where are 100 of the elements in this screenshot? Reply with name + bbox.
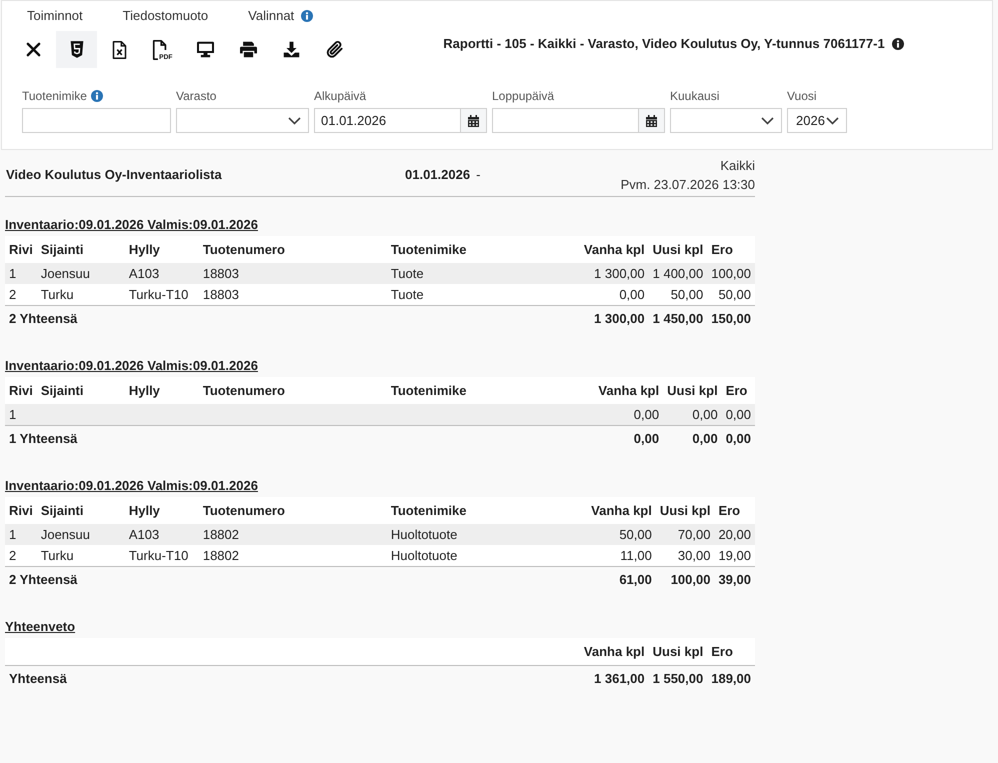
column-header: Rivi bbox=[5, 236, 37, 263]
column-header: Vanha kpl bbox=[587, 497, 656, 524]
column-header: Vanha kpl bbox=[580, 236, 649, 263]
column-header: Tuotenimike bbox=[386, 236, 580, 263]
table-cell: 20,00 bbox=[714, 524, 755, 545]
table-cell: 50,00 bbox=[648, 284, 708, 305]
table-cell: 1 400,00 bbox=[648, 263, 708, 284]
table-cell: 70,00 bbox=[656, 524, 714, 545]
dropdown-field[interactable]: 2026 bbox=[787, 108, 847, 133]
date-separator: - bbox=[476, 166, 480, 184]
report-heading: Video Koulutus Oy-Inventaariolista bbox=[5, 166, 223, 184]
total-value: 0,00 bbox=[663, 425, 722, 452]
field-label: Loppupäivä bbox=[492, 88, 554, 104]
table-cell: 2 bbox=[5, 284, 37, 305]
field-label: Vuosi bbox=[787, 88, 817, 104]
chevron-down-icon bbox=[761, 116, 774, 124]
date-field[interactable]: 01.01.2026 bbox=[314, 108, 461, 133]
column-header: Hylly bbox=[124, 236, 199, 263]
table-cell: Joensuu bbox=[36, 524, 125, 545]
column-header: Ero bbox=[707, 638, 755, 665]
column-header: Uusi kpl bbox=[648, 236, 708, 263]
table-cell: Turku-T10 bbox=[124, 545, 199, 566]
table-cell: A103 bbox=[124, 263, 199, 284]
column-header: Tuotenimike bbox=[386, 377, 594, 404]
menu-item[interactable]: Tiedostomuoto bbox=[102, 7, 228, 25]
table-cell: 100,00 bbox=[707, 263, 755, 284]
table-cell: 18802 bbox=[198, 524, 387, 545]
table-cell: 1 bbox=[5, 524, 37, 545]
monitor-icon bbox=[196, 41, 215, 58]
table-cell: Huoltotuote bbox=[386, 524, 588, 545]
column-header: Tuotenumero bbox=[198, 377, 387, 404]
total-value: 100,00 bbox=[656, 566, 714, 593]
total-value: 39,00 bbox=[714, 566, 755, 593]
section-heading: Inventaario:09.01.2026 Valmis:09.01.2026 bbox=[5, 216, 258, 234]
table-cell: Turku bbox=[36, 284, 125, 305]
column-header: Vanha kpl bbox=[580, 638, 649, 665]
info-icon[interactable] bbox=[892, 38, 904, 50]
field-label: Kuukausi bbox=[670, 88, 720, 104]
input-field[interactable] bbox=[22, 108, 171, 133]
shield-icon bbox=[70, 41, 84, 58]
column-header: Vanha kpl bbox=[594, 377, 664, 404]
column-header: Rivi bbox=[5, 377, 37, 404]
total-value: 189,00 bbox=[707, 665, 755, 692]
column-header: Ero bbox=[714, 497, 755, 524]
total-label: 1 Yhteensä bbox=[9, 431, 78, 446]
table-cell: 0,00 bbox=[580, 284, 649, 305]
table-cell: 1 bbox=[5, 404, 37, 425]
calendar-button[interactable] bbox=[639, 108, 665, 133]
total-label: 2 Yhteensä bbox=[9, 572, 78, 587]
table-cell: 1 300,00 bbox=[580, 263, 649, 284]
html-export-button[interactable] bbox=[56, 31, 97, 68]
field-label: Varasto bbox=[176, 88, 216, 104]
table-cell: 50,00 bbox=[707, 284, 755, 305]
dropdown-field[interactable] bbox=[670, 108, 782, 133]
start-date: 01.01.2026 bbox=[405, 166, 470, 184]
chevron-down-icon bbox=[826, 116, 839, 124]
column-header: Sijainti bbox=[36, 377, 125, 404]
menu-item[interactable]: Toiminnot bbox=[7, 7, 103, 25]
report-title: Raportti - 105 - Kaikki - Varasto, Video Koulutus Oy, Y-tunnus 7061177-1 bbox=[443, 35, 885, 53]
chevron-down-icon bbox=[288, 116, 301, 124]
print-date: Pvm. 23.07.2026 13:30 bbox=[620, 176, 755, 194]
column-header: Hylly bbox=[124, 497, 199, 524]
table-cell: Tuote bbox=[386, 284, 580, 305]
calendar-icon bbox=[468, 114, 479, 126]
table-cell: 0,00 bbox=[594, 404, 664, 425]
date-field[interactable] bbox=[492, 108, 639, 133]
calendar-button[interactable] bbox=[461, 108, 487, 133]
menu-item[interactable]: Valinnat bbox=[228, 7, 334, 25]
table-cell: 18803 bbox=[198, 284, 387, 305]
column-header: Hylly bbox=[124, 377, 199, 404]
table-cell: Joensuu bbox=[36, 263, 125, 284]
table-cell: 1 bbox=[5, 263, 37, 284]
table-cell: 18802 bbox=[198, 545, 387, 566]
table-cell: 0,00 bbox=[722, 404, 755, 425]
file-x-icon bbox=[112, 40, 127, 58]
column-header: Tuotenimike bbox=[386, 497, 588, 524]
column-header: Ero bbox=[722, 377, 755, 404]
column-header: Uusi kpl bbox=[656, 497, 714, 524]
table-cell: Huoltotuote bbox=[386, 545, 588, 566]
table-cell: 50,00 bbox=[587, 524, 656, 545]
printer-icon bbox=[239, 41, 258, 58]
total-value: 0,00 bbox=[594, 425, 664, 452]
table-cell: Turku-T10 bbox=[124, 284, 199, 305]
table-cell: 19,00 bbox=[714, 545, 755, 566]
column-header: Tuotenumero bbox=[198, 236, 387, 263]
table-cell: A103 bbox=[124, 524, 199, 545]
total-value: 1 450,00 bbox=[648, 305, 708, 332]
paperclip-icon bbox=[325, 40, 344, 59]
total-value: 1 361,00 bbox=[580, 665, 649, 692]
column-header: Uusi kpl bbox=[663, 377, 722, 404]
column-header: Rivi bbox=[5, 497, 37, 524]
field-label: Tuotenimike bbox=[22, 88, 87, 104]
total-value: 1 550,00 bbox=[648, 665, 708, 692]
total-value: 0,00 bbox=[722, 425, 755, 452]
section-heading: Yhteenveto bbox=[5, 618, 76, 636]
dropdown-field[interactable] bbox=[176, 108, 309, 133]
table-cell: 11,00 bbox=[587, 545, 656, 566]
report-scope: Kaikki bbox=[720, 157, 755, 175]
download-icon bbox=[283, 41, 300, 58]
total-value: 1 300,00 bbox=[580, 305, 649, 332]
